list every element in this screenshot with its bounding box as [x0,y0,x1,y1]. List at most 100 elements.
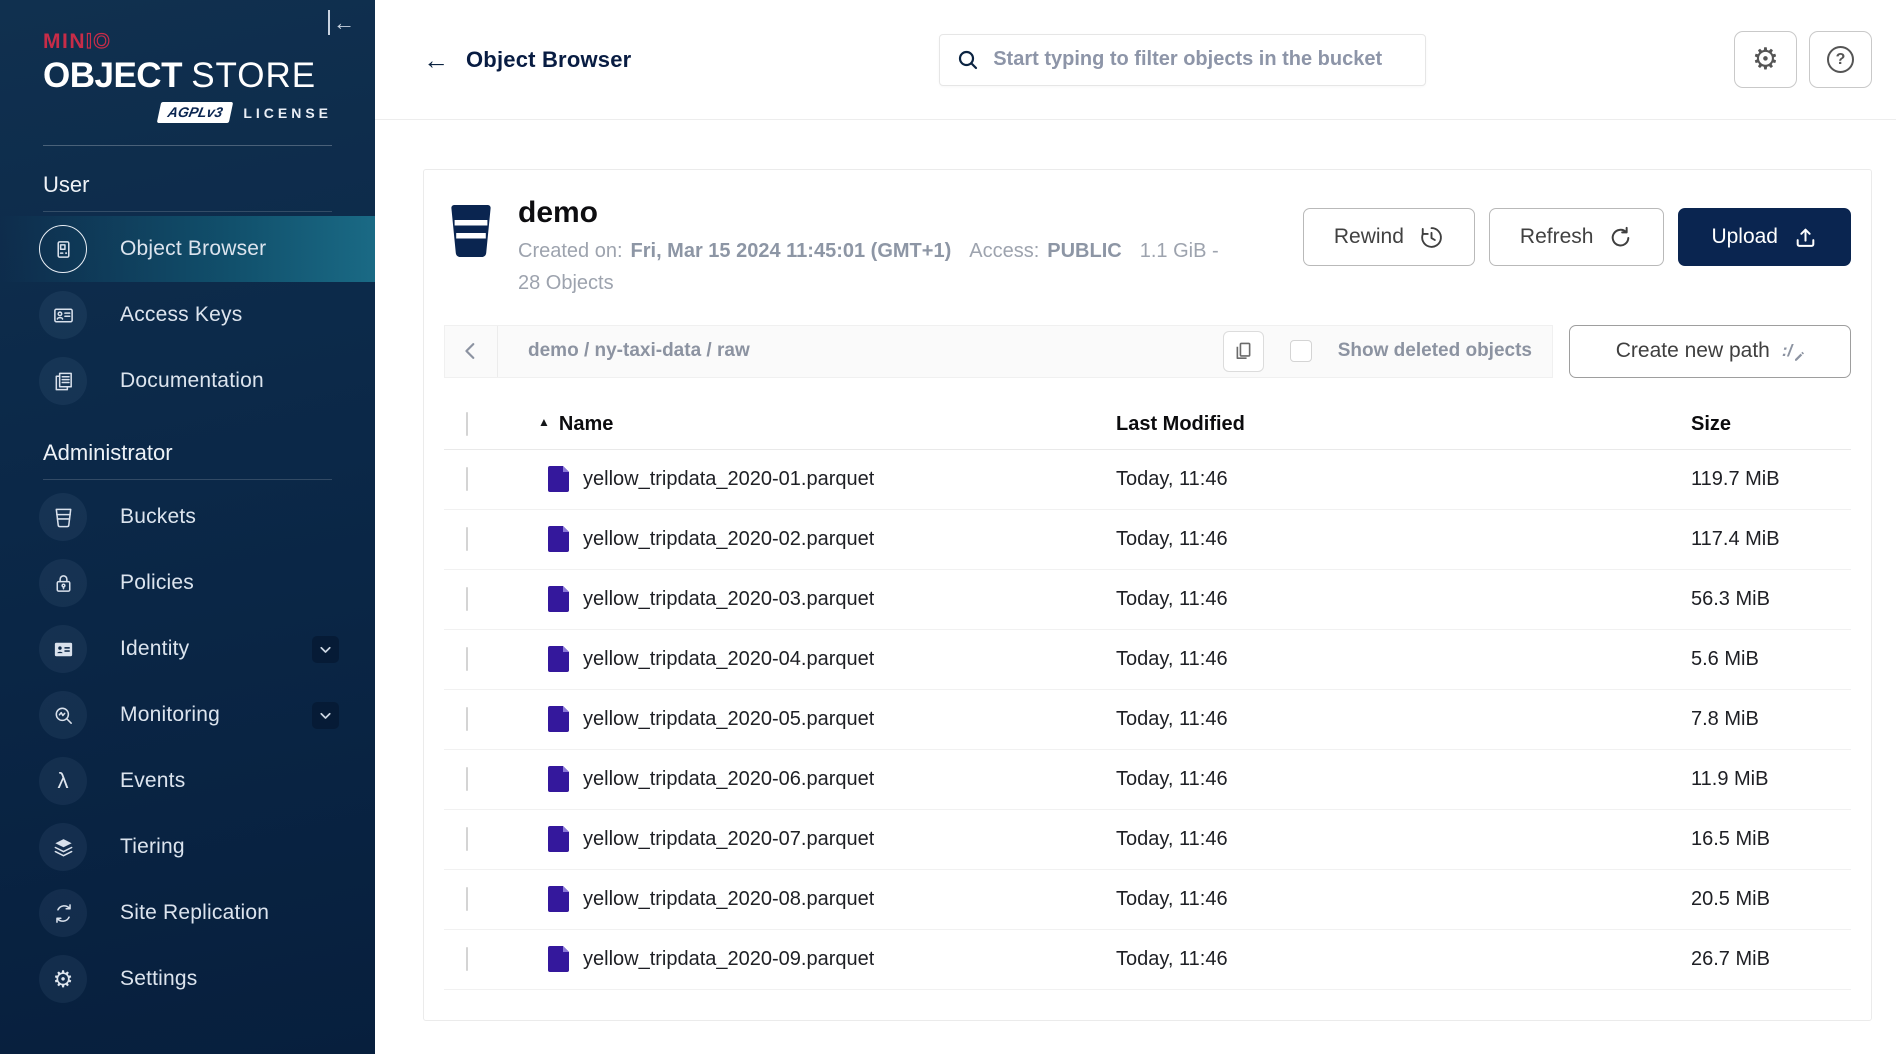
minio-logo: MINIO OBJECT STORE AGPLv3 LICENSE [0,0,375,123]
object-name: yellow_tripdata_2020-01.parquet [583,468,874,491]
sidebar-item-buckets[interactable]: Buckets [0,484,375,550]
column-header-last-modified: Last Modified [1116,413,1691,436]
object-last-modified: Today, 11:46 [1116,468,1691,491]
site-replication-icon [39,889,87,937]
table-row[interactable]: yellow_tripdata_2020-01.parquet Today, 11… [444,450,1851,510]
row-checkbox[interactable] [466,887,468,911]
sidebar-item-label: Events [120,769,185,793]
bucket-icon [450,204,492,263]
object-name-cell: yellow_tripdata_2020-09.parquet [538,946,1116,972]
object-size: 56.3 MiB [1691,588,1851,611]
bucket-name: demo [518,196,1228,231]
object-name: yellow_tripdata_2020-03.parquet [583,588,874,611]
section-divider [43,479,332,480]
sidebar-item-monitoring[interactable]: Monitoring [0,682,375,748]
copy-path-button[interactable] [1223,331,1264,372]
rewind-button[interactable]: Rewind [1303,208,1475,266]
file-icon [548,946,569,972]
path-back-button[interactable] [445,326,498,377]
sidebar-item-documentation[interactable]: Documentation [0,348,375,414]
table-header-row: ▲ Name Last Modified Size [444,400,1851,450]
object-name: yellow_tripdata_2020-04.parquet [583,648,874,671]
table-row[interactable]: yellow_tripdata_2020-09.parquetToday, 11… [444,930,1851,990]
sidebar-item-label: Buckets [120,505,196,529]
create-new-path-button[interactable]: Create new path :/ [1569,325,1851,378]
search-input[interactable] [993,48,1409,71]
file-icon [548,646,569,672]
topbar: ← Object Browser ⚙ ? [375,0,1896,120]
back-arrow-icon[interactable]: ← [423,47,449,73]
sidebar-item-tiering[interactable]: Tiering [0,814,375,880]
table-row[interactable]: yellow_tripdata_2020-08.parquet Today, 11… [444,870,1851,930]
object-name-cell: yellow_tripdata_2020-04.parquet [538,646,1116,672]
bucket-header: demo Created on:Fri, Mar 15 2024 11:45:0… [444,196,1851,299]
table-row[interactable]: yellow_tripdata_2020-02.parquetToday, 11… [444,510,1851,570]
agpl-badge: AGPLv3 [157,102,234,123]
monitoring-icon [39,691,87,739]
sidebar-item-object-browser[interactable]: Object Browser [0,216,375,282]
sidebar-item-identity[interactable]: Identity [0,616,375,682]
settings-button[interactable]: ⚙ [1734,31,1797,88]
row-checkbox[interactable] [466,947,468,971]
show-deleted-checkbox[interactable] [1290,340,1312,362]
path-edit-icon: :/ [1782,341,1804,361]
table-row[interactable]: yellow_tripdata_2020-04.parquetToday, 11… [444,630,1851,690]
object-last-modified: Today, 11:46 [1116,888,1691,911]
row-checkbox[interactable] [466,707,468,731]
row-checkbox[interactable] [466,587,468,611]
object-last-modified: Today, 11:46 [1116,768,1691,791]
chevron-down-icon[interactable] [312,702,339,729]
copy-icon [1232,340,1255,363]
object-store-wordmark: OBJECT STORE [43,56,332,96]
sidebar-item-policies[interactable]: Policies [0,550,375,616]
sidebar-item-access-keys[interactable]: Access Keys [0,282,375,348]
minio-brand: MINIO [43,30,332,54]
object-name: yellow_tripdata_2020-08.parquet [583,888,874,911]
row-checkbox[interactable] [466,827,468,851]
table-row[interactable]: yellow_tripdata_2020-03.parquetToday, 11… [444,570,1851,630]
table-row[interactable]: yellow_tripdata_2020-06.parquetToday, 11… [444,750,1851,810]
access-keys-icon [39,291,87,339]
object-name-cell: yellow_tripdata_2020-08.parquet [538,886,1116,912]
chevron-down-icon[interactable] [312,636,339,663]
object-name: yellow_tripdata_2020-07.parquet [583,828,874,851]
buckets-icon [39,493,87,541]
row-checkbox[interactable] [466,767,468,791]
sidebar-item-settings[interactable]: ⚙Settings [0,946,375,1012]
help-button[interactable]: ? [1809,31,1872,88]
object-size: 5.6 MiB [1691,648,1851,671]
sidebar-item-site-replication[interactable]: Site Replication [0,880,375,946]
create-new-path-label: Create new path [1616,339,1770,363]
row-checkbox[interactable] [466,647,468,671]
events-icon: λ [39,757,87,805]
search-icon [956,48,980,72]
name-column-label: Name [559,413,613,436]
sidebar-collapse-button[interactable]: ← [328,12,355,35]
file-icon [548,466,569,492]
row-checkbox[interactable] [466,527,468,551]
refresh-button[interactable]: Refresh [1489,208,1665,266]
row-checkbox[interactable] [466,467,468,491]
sidebar-item-label: Object Browser [120,237,266,261]
table-row[interactable]: yellow_tripdata_2020-05.parquetToday, 11… [444,690,1851,750]
object-size: 26.7 MiB [1691,948,1851,971]
show-deleted-label: Show deleted objects [1338,340,1532,362]
access-label: Access: [969,240,1039,262]
upload-button[interactable]: Upload [1678,208,1851,266]
sidebar-item-events[interactable]: λ Events [0,748,375,814]
search-box[interactable] [939,34,1426,86]
collapse-left-icon: ← [328,10,355,35]
policies-icon [39,559,87,607]
sidebar-item-label: Policies [120,571,194,595]
table-row[interactable]: yellow_tripdata_2020-07.parquetToday, 11… [444,810,1851,870]
lambda-icon: λ [58,770,69,792]
column-header-size: Size [1691,413,1851,436]
sort-asc-icon: ▲ [538,415,550,429]
sidebar-item-label: Settings [120,967,197,991]
object-name-cell: yellow_tripdata_2020-01.parquet [538,466,1116,492]
section-divider [43,211,332,212]
select-all-checkbox[interactable] [466,412,468,436]
column-header-name[interactable]: ▲ Name [538,413,1116,436]
page-title: Object Browser [466,47,631,73]
browser-toolbar: demo / ny-taxi-data / raw Show deleted o… [444,325,1851,378]
